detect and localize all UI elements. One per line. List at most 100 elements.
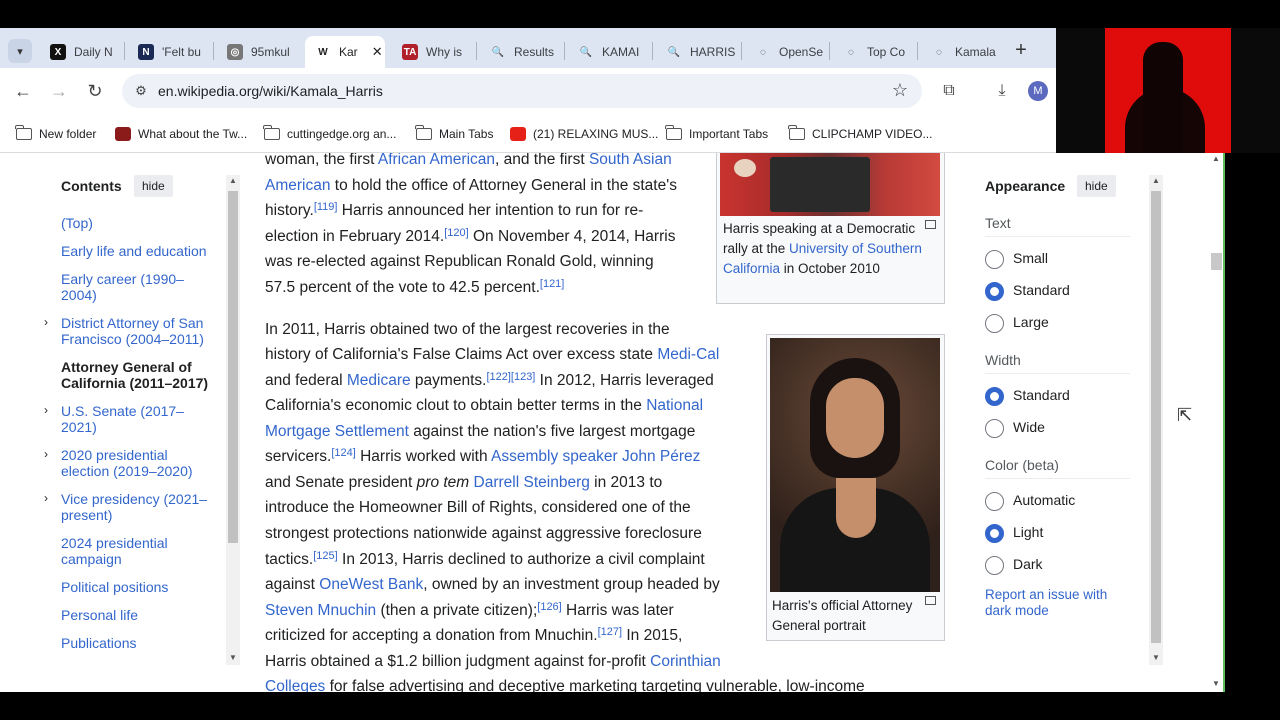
width-radio-label[interactable]: Standard	[1013, 387, 1070, 403]
bookmark-item[interactable]: cuttingedge.org an...	[263, 125, 396, 143]
color-radio-label[interactable]: Dark	[1013, 556, 1043, 572]
toc-item[interactable]: (Top)	[61, 215, 216, 231]
report-dark-mode-link[interactable]: Report an issue with dark mode	[985, 587, 1135, 619]
rally-photo[interactable]	[720, 153, 940, 216]
width-radio[interactable]	[985, 387, 1004, 406]
bookmark-item[interactable]: Important Tabs	[665, 125, 768, 143]
bookmark-item[interactable]: Main Tabs	[415, 125, 493, 143]
appearance-scroll-down-icon[interactable]: ▼	[1149, 652, 1163, 664]
text-size-radio[interactable]	[985, 250, 1004, 269]
width-radio-label[interactable]: Wide	[1013, 419, 1045, 435]
toc-scroll-thumb[interactable]	[228, 191, 238, 543]
browser-tab[interactable]: TA Why is	[392, 36, 472, 68]
bookmark-item[interactable]: What about the Tw...	[115, 125, 247, 143]
browser-tab[interactable]: 🔍 Results	[480, 36, 560, 68]
color-radio[interactable]	[985, 492, 1004, 511]
link-south-asian-american[interactable]: American	[265, 177, 330, 194]
ref-119[interactable]: [119]	[314, 201, 338, 213]
page-scroll-down-icon[interactable]: ▼	[1209, 678, 1223, 690]
appearance-hide-button[interactable]: hide	[1077, 175, 1116, 197]
reload-icon[interactable]: ↻	[82, 78, 108, 104]
toc-scroll-up-icon[interactable]: ▲	[226, 175, 240, 187]
toc-item[interactable]: Political positions	[61, 579, 216, 595]
link-mortgage-settlement[interactable]: Mortgage Settlement	[265, 423, 409, 440]
toc-item[interactable]: Vice presidency (2021–present)	[61, 491, 216, 523]
browser-tab[interactable]: 🔍 HARRIS	[656, 36, 736, 68]
color-radio[interactable]	[985, 556, 1004, 575]
page-scroll-thumb[interactable]	[1211, 253, 1222, 270]
ref-120[interactable]: [120]	[444, 227, 468, 239]
link-colleges[interactable]: Colleges	[265, 678, 325, 692]
chevron-right-icon[interactable]: ›	[44, 315, 48, 329]
forward-arrow-icon[interactable]: →	[46, 78, 72, 104]
link-national-mortgage[interactable]: National	[646, 397, 703, 414]
link-darrell-steinberg[interactable]: Darrell Steinberg	[474, 474, 590, 491]
toc-item[interactable]: Early career (1990–2004)	[61, 271, 216, 303]
site-info-icon[interactable]: ⚙	[132, 82, 150, 100]
profile-avatar[interactable]: M	[1028, 81, 1048, 101]
text-size-radio-label[interactable]: Standard	[1013, 282, 1070, 298]
browser-tab[interactable]: N 'Felt bu	[128, 36, 208, 68]
browser-tab[interactable]: W Kar ✕	[305, 36, 385, 68]
extensions-icon[interactable]: ⧉	[936, 78, 962, 104]
bookmark-label: CLIPCHAMP VIDEO...	[812, 127, 933, 141]
bookmark-item[interactable]: (21) RELAXING MUS...	[510, 125, 658, 143]
toc-item[interactable]: Early life and education	[61, 243, 216, 259]
new-tab-button[interactable]: +	[1009, 38, 1033, 62]
ref-121[interactable]: [121]	[540, 278, 564, 290]
bookmark-item[interactable]: CLIPCHAMP VIDEO...	[788, 125, 933, 143]
page-scrollbar[interactable]	[1209, 153, 1223, 692]
ref-126[interactable]: [126]	[537, 601, 561, 613]
toc-item[interactable]: 2020 presidential election (2019–2020)	[61, 447, 216, 479]
ref-125[interactable]: [125]	[313, 550, 337, 562]
text-size-radio[interactable]	[985, 314, 1004, 333]
toc-item[interactable]: U.S. Senate (2017–2021)	[61, 403, 216, 435]
ref-124[interactable]: [124]	[331, 447, 355, 459]
color-radio[interactable]	[985, 524, 1004, 543]
color-radio-label[interactable]: Automatic	[1013, 492, 1075, 508]
toc-hide-button[interactable]: hide	[134, 175, 173, 197]
link-south-asian[interactable]: South Asian	[589, 153, 672, 168]
browser-tab[interactable]: ◌ Kamala	[921, 36, 1001, 68]
browser-tab[interactable]: ◎ 95mkul	[217, 36, 297, 68]
link-african-american[interactable]: African American	[378, 153, 495, 168]
width-radio[interactable]	[985, 419, 1004, 438]
download-icon[interactable]: ⤓	[989, 78, 1015, 104]
chevron-right-icon[interactable]: ›	[44, 491, 48, 505]
tab-close-icon[interactable]: ✕	[372, 44, 383, 60]
link-steven-mnuchin[interactable]: Steven Mnuchin	[265, 602, 376, 619]
toc-item[interactable]: Personal life	[61, 607, 216, 623]
toc-item[interactable]: Attorney General of California (2011–201…	[61, 359, 216, 391]
browser-tab[interactable]: ◌ Top Co	[833, 36, 913, 68]
link-onewest-bank[interactable]: OneWest Bank	[319, 576, 423, 593]
toc-item[interactable]: 2024 presidential campaign	[61, 535, 216, 567]
ref-122-123[interactable]: [122][123]	[486, 371, 535, 383]
chevron-right-icon[interactable]: ›	[44, 403, 48, 417]
back-arrow-icon[interactable]: ←	[10, 78, 36, 104]
appearance-scroll-thumb[interactable]	[1151, 191, 1161, 643]
color-radio-label[interactable]: Light	[1013, 524, 1043, 540]
text-size-radio-label[interactable]: Large	[1013, 314, 1049, 330]
appearance-scroll-up-icon[interactable]: ▲	[1149, 175, 1163, 187]
ref-127[interactable]: [127]	[598, 626, 622, 638]
link-john-perez[interactable]: Assembly speaker John Pérez	[491, 448, 700, 465]
toc-item[interactable]: District Attorney of San Francisco (2004…	[61, 315, 216, 347]
link-corinthian[interactable]: Corinthian	[650, 653, 721, 670]
toc-item[interactable]: Publications	[61, 635, 216, 651]
url-text[interactable]: en.wikipedia.org/wiki/Kamala_Harris	[158, 83, 383, 99]
bookmark-item[interactable]: New folder	[15, 125, 96, 143]
portrait-photo[interactable]	[770, 338, 940, 592]
toc-scroll-down-icon[interactable]: ▼	[226, 652, 240, 664]
text-size-radio[interactable]	[985, 282, 1004, 301]
chevron-right-icon[interactable]: ›	[44, 447, 48, 461]
address-bar[interactable]: ⚙ en.wikipedia.org/wiki/Kamala_Harris ☆	[122, 74, 922, 108]
link-medicare[interactable]: Medicare	[347, 372, 411, 389]
tab-search-button[interactable]: ▾	[8, 39, 32, 63]
browser-tab[interactable]: ◌ OpenSe	[745, 36, 825, 68]
browser-tab[interactable]: 🔍 KAMAI	[568, 36, 648, 68]
bookmark-star-icon[interactable]: ☆	[892, 80, 908, 101]
link-medi-cal[interactable]: Medi-Cal	[657, 346, 719, 363]
text-size-radio-label[interactable]: Small	[1013, 250, 1048, 266]
browser-tab[interactable]: X Daily N	[40, 36, 120, 68]
page-scroll-up-icon[interactable]: ▲	[1209, 153, 1223, 165]
